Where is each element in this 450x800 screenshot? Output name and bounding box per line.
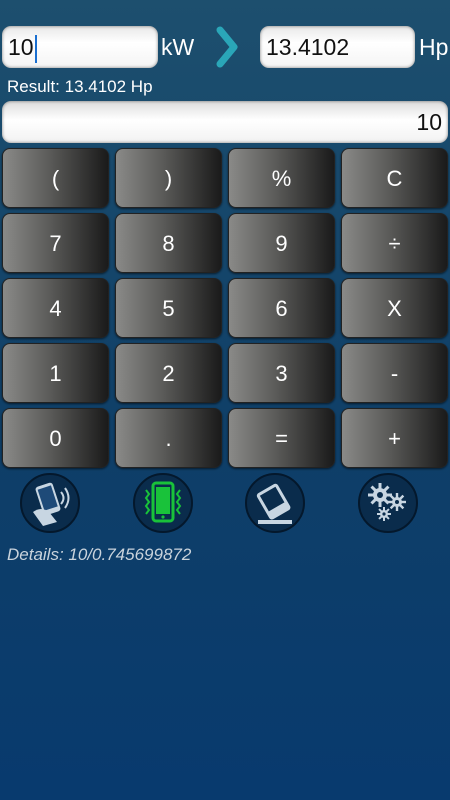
key-button[interactable]: - — [341, 343, 448, 403]
key-button[interactable]: 8 — [115, 213, 222, 273]
key-button[interactable]: 7 — [2, 213, 109, 273]
key-button[interactable]: 4 — [2, 278, 109, 338]
tool-row — [0, 472, 450, 534]
details-text: Details: 10/0.745699872 — [7, 545, 192, 564]
text-cursor — [34, 34, 37, 63]
key-button[interactable]: ÷ — [341, 213, 448, 273]
key-button[interactable]: C — [341, 148, 448, 208]
shake-phone-icon[interactable] — [19, 472, 81, 534]
converter-row: 10 kW 13.4102 Hp — [0, 24, 450, 72]
from-value-text: 10 — [8, 34, 34, 60]
key-button[interactable]: 0 — [2, 408, 109, 468]
key-button[interactable]: ( — [2, 148, 109, 208]
key-button[interactable]: % — [228, 148, 335, 208]
key-button[interactable]: 1 — [2, 343, 109, 403]
key-button[interactable]: ) — [115, 148, 222, 208]
eraser-icon[interactable] — [244, 472, 306, 534]
key-button[interactable]: + — [341, 408, 448, 468]
key-button[interactable]: 9 — [228, 213, 335, 273]
result-text: Result: 13.4102 Hp — [7, 77, 153, 96]
key-button[interactable]: X — [341, 278, 448, 338]
key-button[interactable]: = — [228, 408, 335, 468]
calculator-display: 10 — [2, 101, 448, 143]
to-unit-label[interactable]: Hp — [419, 26, 448, 68]
key-button[interactable]: . — [115, 408, 222, 468]
to-value-input[interactable]: 13.4102 — [260, 26, 415, 68]
convert-arrow-icon[interactable] — [212, 24, 242, 70]
from-value-input[interactable]: 10 — [2, 26, 158, 68]
key-button[interactable]: 2 — [115, 343, 222, 403]
key-button[interactable]: 6 — [228, 278, 335, 338]
vibrate-phone-icon[interactable] — [132, 472, 194, 534]
from-unit-label[interactable]: kW — [161, 26, 194, 68]
settings-gears-icon[interactable] — [357, 472, 419, 534]
to-value-text: 13.4102 — [266, 34, 350, 60]
key-button[interactable]: 3 — [228, 343, 335, 403]
key-button[interactable]: 5 — [115, 278, 222, 338]
